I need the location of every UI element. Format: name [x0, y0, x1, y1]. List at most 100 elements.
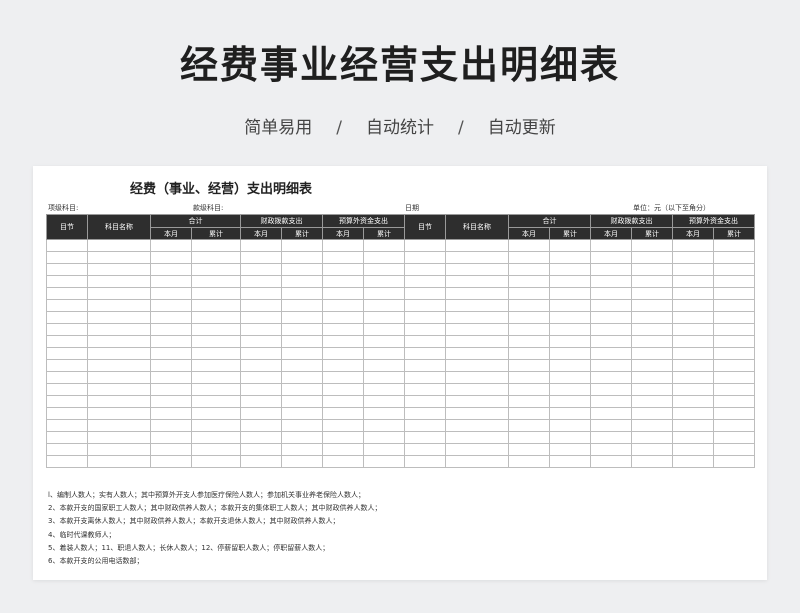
- table-cell[interactable]: [322, 347, 364, 360]
- table-cell[interactable]: [281, 431, 323, 444]
- table-cell[interactable]: [87, 395, 151, 408]
- table-cell[interactable]: [240, 383, 282, 396]
- table-cell[interactable]: [363, 419, 405, 432]
- table-cell[interactable]: [404, 443, 446, 456]
- table-cell[interactable]: [590, 383, 632, 396]
- table-cell[interactable]: [445, 263, 509, 276]
- table-cell[interactable]: [508, 431, 550, 444]
- table-cell[interactable]: [240, 323, 282, 336]
- table-cell[interactable]: [46, 359, 88, 372]
- table-cell[interactable]: [445, 251, 509, 264]
- table-cell[interactable]: [281, 407, 323, 420]
- table-cell[interactable]: [404, 347, 446, 360]
- table-cell[interactable]: [445, 383, 509, 396]
- table-cell[interactable]: [87, 455, 151, 468]
- table-cell[interactable]: [445, 455, 509, 468]
- table-cell[interactable]: [713, 239, 755, 252]
- table-cell[interactable]: [549, 443, 591, 456]
- table-cell[interactable]: [672, 395, 714, 408]
- table-cell[interactable]: [590, 347, 632, 360]
- table-cell[interactable]: [672, 287, 714, 300]
- table-cell[interactable]: [549, 407, 591, 420]
- table-cell[interactable]: [322, 323, 364, 336]
- table-cell[interactable]: [191, 263, 241, 276]
- table-cell[interactable]: [322, 299, 364, 312]
- table-cell[interactable]: [281, 287, 323, 300]
- table-cell[interactable]: [87, 371, 151, 384]
- table-cell[interactable]: [713, 347, 755, 360]
- table-cell[interactable]: [150, 311, 192, 324]
- table-cell[interactable]: [549, 431, 591, 444]
- table-cell[interactable]: [46, 299, 88, 312]
- table-cell[interactable]: [87, 335, 151, 348]
- table-cell[interactable]: [281, 299, 323, 312]
- table-cell[interactable]: [590, 395, 632, 408]
- table-cell[interactable]: [445, 311, 509, 324]
- table-cell[interactable]: [150, 371, 192, 384]
- table-cell[interactable]: [445, 443, 509, 456]
- table-cell[interactable]: [46, 263, 88, 276]
- table-cell[interactable]: [87, 419, 151, 432]
- table-cell[interactable]: [87, 251, 151, 264]
- table-cell[interactable]: [240, 431, 282, 444]
- table-cell[interactable]: [150, 275, 192, 288]
- table-cell[interactable]: [240, 311, 282, 324]
- table-cell[interactable]: [672, 335, 714, 348]
- table-cell[interactable]: [46, 371, 88, 384]
- table-cell[interactable]: [590, 299, 632, 312]
- table-cell[interactable]: [191, 347, 241, 360]
- table-cell[interactable]: [46, 323, 88, 336]
- table-cell[interactable]: [590, 407, 632, 420]
- table-cell[interactable]: [150, 359, 192, 372]
- table-cell[interactable]: [404, 359, 446, 372]
- table-cell[interactable]: [281, 371, 323, 384]
- table-cell[interactable]: [590, 431, 632, 444]
- table-cell[interactable]: [549, 455, 591, 468]
- table-cell[interactable]: [150, 263, 192, 276]
- table-cell[interactable]: [508, 347, 550, 360]
- table-cell[interactable]: [191, 275, 241, 288]
- table-cell[interactable]: [631, 275, 673, 288]
- table-cell[interactable]: [590, 443, 632, 456]
- table-cell[interactable]: [590, 311, 632, 324]
- table-cell[interactable]: [713, 251, 755, 264]
- table-cell[interactable]: [672, 299, 714, 312]
- table-cell[interactable]: [322, 383, 364, 396]
- table-cell[interactable]: [240, 371, 282, 384]
- table-cell[interactable]: [363, 395, 405, 408]
- table-cell[interactable]: [672, 323, 714, 336]
- table-cell[interactable]: [150, 419, 192, 432]
- table-cell[interactable]: [363, 383, 405, 396]
- table-cell[interactable]: [445, 371, 509, 384]
- table-cell[interactable]: [363, 407, 405, 420]
- table-cell[interactable]: [281, 395, 323, 408]
- table-cell[interactable]: [404, 251, 446, 264]
- table-cell[interactable]: [322, 443, 364, 456]
- table-cell[interactable]: [672, 431, 714, 444]
- table-cell[interactable]: [631, 443, 673, 456]
- table-cell[interactable]: [240, 263, 282, 276]
- table-cell[interactable]: [240, 287, 282, 300]
- table-cell[interactable]: [363, 323, 405, 336]
- table-cell[interactable]: [508, 335, 550, 348]
- table-cell[interactable]: [191, 287, 241, 300]
- table-cell[interactable]: [631, 263, 673, 276]
- table-cell[interactable]: [281, 239, 323, 252]
- table-cell[interactable]: [508, 443, 550, 456]
- table-cell[interactable]: [549, 383, 591, 396]
- table-cell[interactable]: [281, 251, 323, 264]
- table-cell[interactable]: [404, 263, 446, 276]
- table-cell[interactable]: [191, 419, 241, 432]
- table-cell[interactable]: [631, 455, 673, 468]
- table-cell[interactable]: [713, 359, 755, 372]
- table-cell[interactable]: [508, 383, 550, 396]
- table-cell[interactable]: [404, 311, 446, 324]
- table-cell[interactable]: [363, 287, 405, 300]
- table-cell[interactable]: [713, 263, 755, 276]
- table-cell[interactable]: [590, 239, 632, 252]
- table-cell[interactable]: [631, 419, 673, 432]
- table-cell[interactable]: [590, 251, 632, 264]
- table-cell[interactable]: [46, 383, 88, 396]
- table-cell[interactable]: [87, 263, 151, 276]
- table-cell[interactable]: [590, 263, 632, 276]
